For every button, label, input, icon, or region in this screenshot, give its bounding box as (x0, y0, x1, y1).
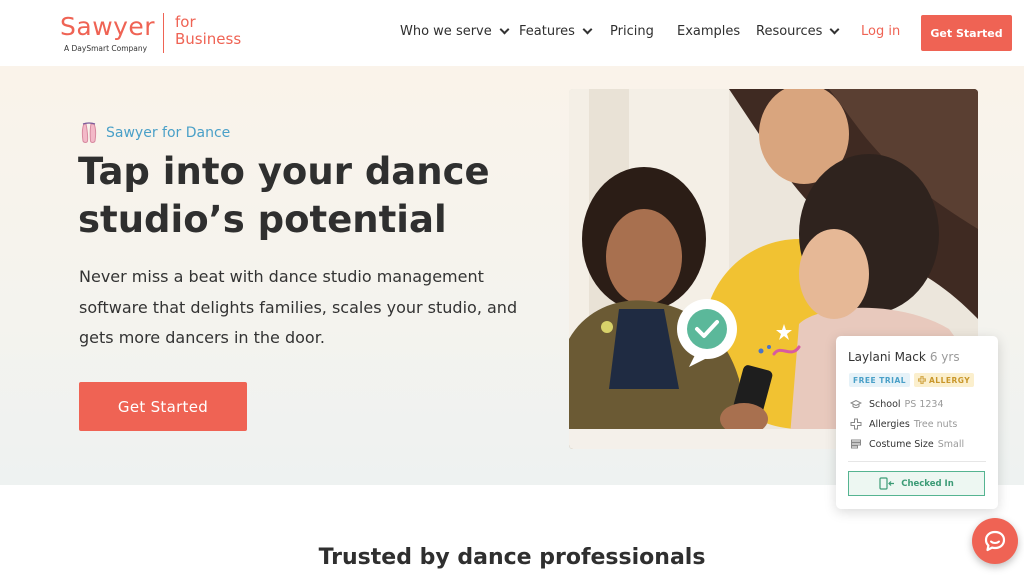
row-label: Allergies (869, 418, 910, 430)
logo-business-line2: Business (175, 30, 242, 48)
nav-item-label: Pricing (610, 24, 654, 39)
free-trial-badge: FREE TRIAL (849, 373, 911, 387)
nav-item-pricing[interactable]: Pricing (610, 24, 654, 39)
card-row-allergies: Allergies Tree nuts (850, 418, 957, 430)
hero-get-started-button[interactable]: Get Started (79, 382, 247, 431)
login-link[interactable]: Log in (861, 24, 900, 39)
student-card: Laylani Mack 6 yrs FREE TRIAL ALLERGY Sch… (836, 336, 998, 509)
chat-button[interactable] (972, 518, 1018, 564)
nav-item-label: Who we serve (400, 24, 492, 39)
chevron-down-icon (582, 24, 593, 34)
nav-item-features[interactable]: Features (519, 24, 593, 39)
medical-cross-icon (850, 418, 862, 430)
hero-headline: Tap into your dance studio’s potential (78, 150, 490, 241)
nav-item-label: Features (519, 24, 575, 39)
costume-icon (851, 439, 861, 449)
nav-get-started-button[interactable]: Get Started (921, 15, 1012, 51)
row-value: Small (937, 438, 965, 450)
card-row-school: School PS 1234 (850, 398, 944, 410)
sawyer-logo[interactable]: Sawyer A DaySmart Company (60, 12, 156, 53)
ballet-shoes-icon (81, 122, 97, 143)
hero-subtitle: Never miss a beat with dance studio mana… (79, 267, 518, 347)
allergy-badge-label: ALLERGY (929, 375, 971, 385)
nav-item-label: Examples (677, 24, 741, 39)
chevron-down-icon (499, 24, 510, 34)
card-divider (848, 461, 986, 462)
logo-divider (163, 13, 164, 53)
nav-item-who-we-serve[interactable]: Who we serve (400, 24, 510, 39)
student-name-line: Laylani Mack 6 yrs (848, 350, 960, 364)
student-name: Laylani Mack (848, 350, 926, 364)
card-row-costume-size: Costume Size Small (850, 438, 964, 450)
logo-wordmark: Sawyer (60, 12, 156, 41)
nav-item-examples[interactable]: Examples (677, 24, 740, 39)
logo-business-line1: for (175, 13, 196, 31)
hero-eyebrow: Sawyer for Dance (80, 122, 230, 144)
chevron-down-icon (829, 24, 840, 34)
chat-bubble-icon (984, 530, 1006, 552)
nav-item-resources[interactable]: Resources (756, 24, 840, 39)
eyebrow-text: Sawyer for Dance (106, 125, 231, 141)
row-label: School (869, 398, 901, 410)
nav-item-label: Resources (756, 24, 823, 39)
check-in-icon (879, 477, 895, 490)
checked-in-label: Checked In (901, 478, 954, 489)
graduation-cap-icon (850, 399, 862, 409)
student-age: 6 yrs (929, 350, 960, 364)
row-value: PS 1234 (904, 398, 944, 410)
checked-in-button[interactable]: Checked In (848, 471, 985, 496)
logo-tagline: A DaySmart Company (64, 44, 148, 53)
trusted-heading: Trusted by dance professionals (318, 545, 706, 570)
row-value: Tree nuts (913, 418, 958, 430)
top-nav: Sawyer A DaySmart Company for Business W… (0, 0, 1024, 66)
row-label: Costume Size (869, 438, 934, 450)
allergy-badge: ALLERGY (914, 373, 975, 387)
logo-business[interactable]: for Business (175, 14, 241, 48)
plus-icon (918, 376, 926, 384)
